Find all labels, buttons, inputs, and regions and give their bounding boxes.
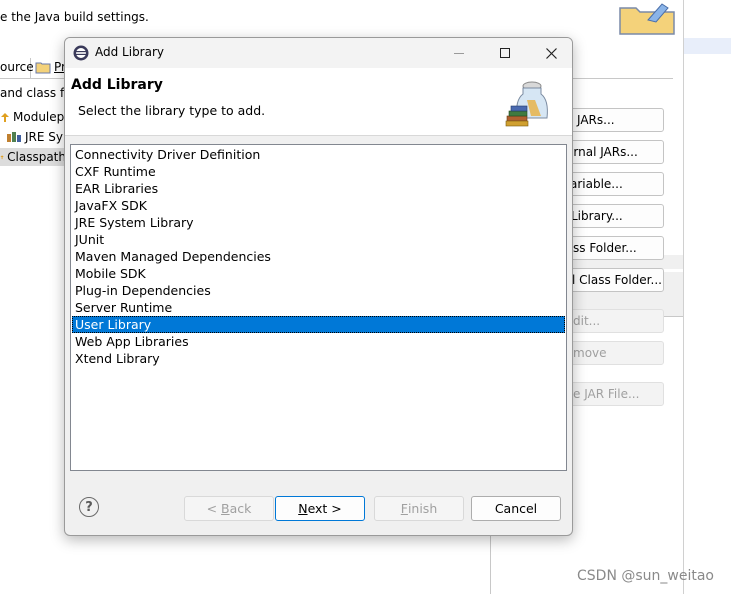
tree-item-modulepath[interactable]: Modulep: [0, 108, 64, 126]
list-item[interactable]: Plug-in Dependencies: [72, 282, 565, 299]
list-item[interactable]: EAR Libraries: [72, 180, 565, 197]
list-item[interactable]: Mobile SDK: [72, 265, 565, 282]
dialog-titlebar[interactable]: Add Library: [65, 38, 572, 68]
library-jar-icon: [505, 81, 548, 127]
list-item-selected[interactable]: User Library: [72, 316, 565, 333]
list-item[interactable]: Connectivity Driver Definition: [72, 146, 565, 163]
tab-source[interactable]: ource: [0, 60, 34, 74]
cancel-button[interactable]: Cancel: [471, 496, 561, 521]
list-item[interactable]: JavaFX SDK: [72, 197, 565, 214]
tree-item-jre-system[interactable]: JRE Sy: [6, 128, 63, 146]
finish-button[interactable]: Finish: [374, 496, 464, 521]
list-item[interactable]: JRE System Library: [72, 214, 565, 231]
list-item[interactable]: Xtend Library: [72, 350, 565, 367]
library-jar-icon: [7, 132, 21, 142]
header-title: Add Library: [71, 77, 163, 93]
maximize-icon: [500, 48, 510, 58]
close-button[interactable]: [531, 41, 571, 65]
tab-projects[interactable]: Pr: [35, 60, 66, 74]
library-type-list[interactable]: Connectivity Driver Definition CXF Runti…: [70, 144, 567, 471]
list-item[interactable]: JUnit: [72, 231, 565, 248]
list-item[interactable]: Maven Managed Dependencies: [72, 248, 565, 265]
minimize-button[interactable]: [439, 41, 479, 65]
header-description: Select the library type to add.: [78, 103, 266, 118]
dialog-header: Add Library Select the library type to a…: [65, 68, 572, 136]
package-icon: [35, 62, 51, 73]
minimize-icon: [454, 53, 464, 54]
dialog-title: Add Library: [95, 45, 165, 59]
eclipse-icon: [73, 45, 89, 61]
next-button[interactable]: Next >: [275, 496, 365, 521]
list-item[interactable]: CXF Runtime: [72, 163, 565, 180]
folder-icon: [619, 3, 675, 35]
classpath-sub-label: and class f: [0, 86, 65, 100]
back-button[interactable]: < Back: [184, 496, 274, 521]
watermark: CSDN @sun_weitao: [577, 568, 714, 584]
package-icon: [1, 113, 9, 122]
background-selection-strip: [684, 38, 731, 54]
list-item[interactable]: Web App Libraries: [72, 333, 565, 350]
maximize-button[interactable]: [485, 41, 525, 65]
help-icon: ?: [85, 499, 93, 515]
tree-item-classpath[interactable]: Classpath: [0, 148, 66, 166]
list-item[interactable]: Server Runtime: [72, 299, 565, 316]
build-settings-description: e the Java build settings.: [0, 10, 149, 24]
close-icon: [545, 47, 557, 59]
help-button[interactable]: ?: [79, 497, 99, 517]
add-library-dialog: Add Library Add Library Select the libra…: [64, 37, 573, 536]
package-icon: [0, 155, 4, 160]
